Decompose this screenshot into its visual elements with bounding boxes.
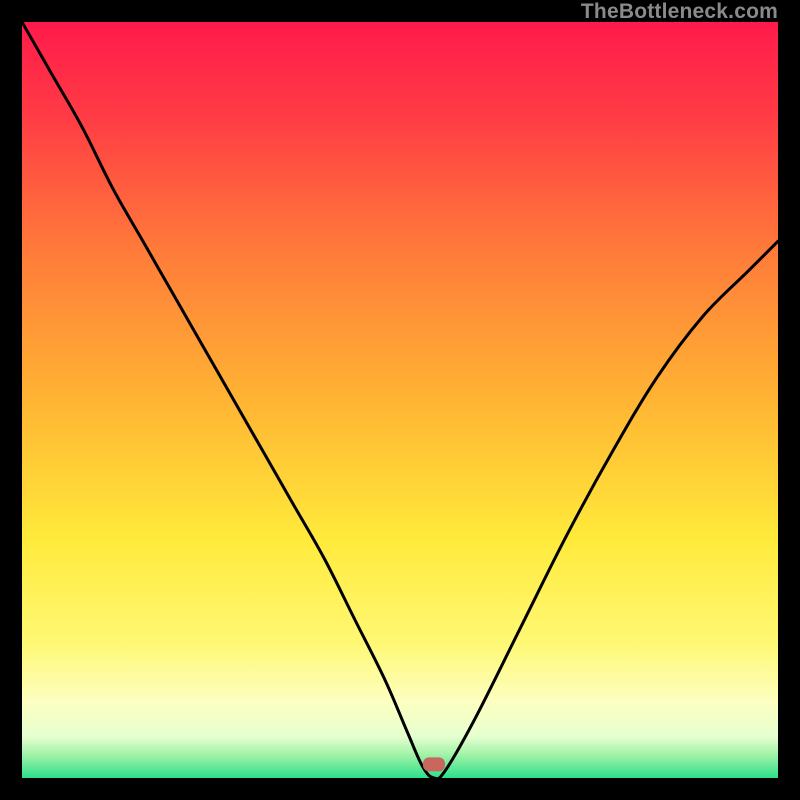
gradient-background [22,22,778,778]
watermark-text: TheBottleneck.com [581,0,778,24]
optimum-marker [423,757,445,771]
plot-area [22,22,778,778]
chart-svg [22,22,778,778]
chart-frame: TheBottleneck.com [0,0,800,800]
